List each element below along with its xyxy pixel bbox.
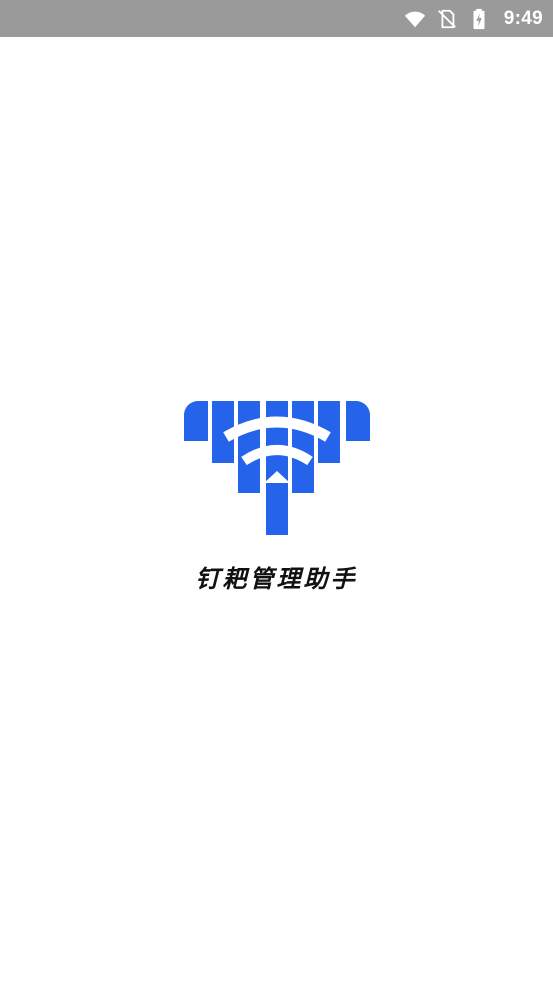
rake-wifi-logo-icon bbox=[184, 401, 370, 535]
status-icons: 9:49 bbox=[404, 0, 543, 37]
status-time: 9:49 bbox=[503, 7, 543, 29]
splash-screen: 钉耙管理助手 bbox=[0, 37, 553, 983]
no-sim-icon bbox=[436, 8, 458, 30]
battery-charging-icon bbox=[468, 8, 490, 30]
wifi-icon bbox=[404, 8, 426, 30]
app-name: 钉耙管理助手 bbox=[195, 565, 358, 593]
status-bar: 9:49 bbox=[0, 0, 553, 37]
